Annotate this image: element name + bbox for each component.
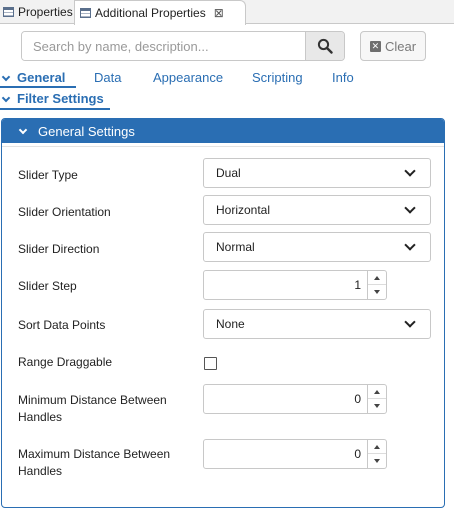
tab-info[interactable]: Info: [332, 70, 354, 88]
general-settings-panel: General Settings Slider Type Dual Slider…: [1, 118, 445, 508]
tab-data[interactable]: Data: [94, 70, 121, 88]
clear-button[interactable]: ✕ Clear: [360, 31, 426, 61]
slider-step-spinner: [367, 271, 386, 299]
spin-up-icon: [374, 275, 380, 280]
spin-down-icon: [374, 290, 380, 294]
panel-divider: [2, 146, 444, 147]
spin-down-icon: [374, 404, 380, 408]
min-distance-label-line2: Handles: [18, 410, 63, 424]
spin-down-button[interactable]: [368, 399, 386, 413]
slider-direction-select[interactable]: Normal: [203, 232, 431, 262]
tab-properties-label: Properties: [18, 5, 73, 19]
chevron-down-icon: [1, 93, 11, 103]
slider-step-input[interactable]: 1: [203, 270, 387, 300]
sort-data-points-value: None: [216, 317, 245, 331]
search-box: [21, 31, 345, 61]
min-distance-spinner: [367, 385, 386, 413]
slider-orientation-label: Slider Orientation: [18, 205, 111, 219]
tab-scripting[interactable]: Scripting: [252, 70, 303, 88]
slider-type-label: Slider Type: [18, 168, 78, 182]
slider-orientation-value: Horizontal: [216, 203, 271, 217]
min-distance-value: 0: [354, 392, 361, 406]
max-distance-label: Maximum Distance Between Handles: [18, 446, 170, 480]
table-icon: [3, 7, 14, 17]
view-tab-strip: Properties Additional Properties ⊠: [0, 0, 454, 25]
tab-additional-properties[interactable]: Additional Properties ⊠: [74, 0, 246, 25]
clear-icon: ✕: [369, 40, 381, 52]
spin-down-button[interactable]: [368, 285, 386, 299]
caret-down-icon: [404, 316, 416, 328]
min-distance-label-line1: Minimum Distance Between: [18, 393, 167, 407]
subtab-filter-settings[interactable]: Filter Settings: [0, 91, 110, 110]
caret-down-icon: [404, 239, 416, 251]
spin-up-icon: [374, 389, 380, 394]
tab-properties[interactable]: Properties: [0, 0, 74, 24]
slider-step-label: Slider Step: [18, 279, 77, 293]
min-distance-input[interactable]: 0: [203, 384, 387, 414]
close-icon[interactable]: ⊠: [214, 6, 224, 20]
table-icon: [80, 8, 91, 18]
search-icon: [317, 38, 333, 54]
tab-appearance[interactable]: Appearance: [153, 70, 223, 88]
max-distance-spinner: [367, 440, 386, 468]
slider-step-value: 1: [354, 278, 361, 292]
range-draggable-label: Range Draggable: [18, 355, 113, 369]
max-distance-label-line1: Maximum Distance Between: [18, 447, 171, 461]
properties-view: Properties Additional Properties ⊠ ✕ Cle…: [0, 0, 454, 511]
max-distance-label-line2: Handles: [18, 464, 63, 478]
slider-type-select[interactable]: Dual: [203, 158, 431, 188]
sort-data-points-label: Sort Data Points: [18, 318, 106, 332]
max-distance-input[interactable]: 0: [203, 439, 387, 469]
search-input[interactable]: [22, 32, 306, 60]
panel-header[interactable]: General Settings: [2, 119, 444, 143]
subtab-filter-settings-label: Filter Settings: [17, 91, 104, 106]
spin-down-icon: [374, 459, 380, 463]
caret-down-icon: [404, 202, 416, 214]
spin-down-button[interactable]: [368, 454, 386, 468]
spin-up-button[interactable]: [368, 440, 386, 454]
spin-up-button[interactable]: [368, 385, 386, 399]
tab-general-label: General: [17, 70, 66, 85]
slider-direction-value: Normal: [216, 240, 255, 254]
chevron-down-icon: [1, 72, 11, 82]
sort-data-points-select[interactable]: None: [203, 309, 431, 339]
max-distance-value: 0: [354, 447, 361, 461]
spin-up-icon: [374, 444, 380, 449]
min-distance-label: Minimum Distance Between Handles: [18, 392, 167, 426]
range-draggable-checkbox[interactable]: [204, 357, 217, 370]
caret-down-icon: [404, 165, 416, 177]
spin-up-button[interactable]: [368, 271, 386, 285]
tab-additional-properties-label: Additional Properties: [95, 6, 206, 20]
slider-type-value: Dual: [216, 166, 241, 180]
panel-title: General Settings: [38, 123, 135, 139]
clear-button-label: Clear: [384, 38, 417, 54]
tab-general[interactable]: General: [0, 70, 76, 88]
chevron-down-icon: [18, 125, 28, 134]
slider-orientation-select[interactable]: Horizontal: [203, 195, 431, 225]
search-button[interactable]: [305, 32, 344, 60]
slider-direction-label: Slider Direction: [18, 242, 100, 256]
